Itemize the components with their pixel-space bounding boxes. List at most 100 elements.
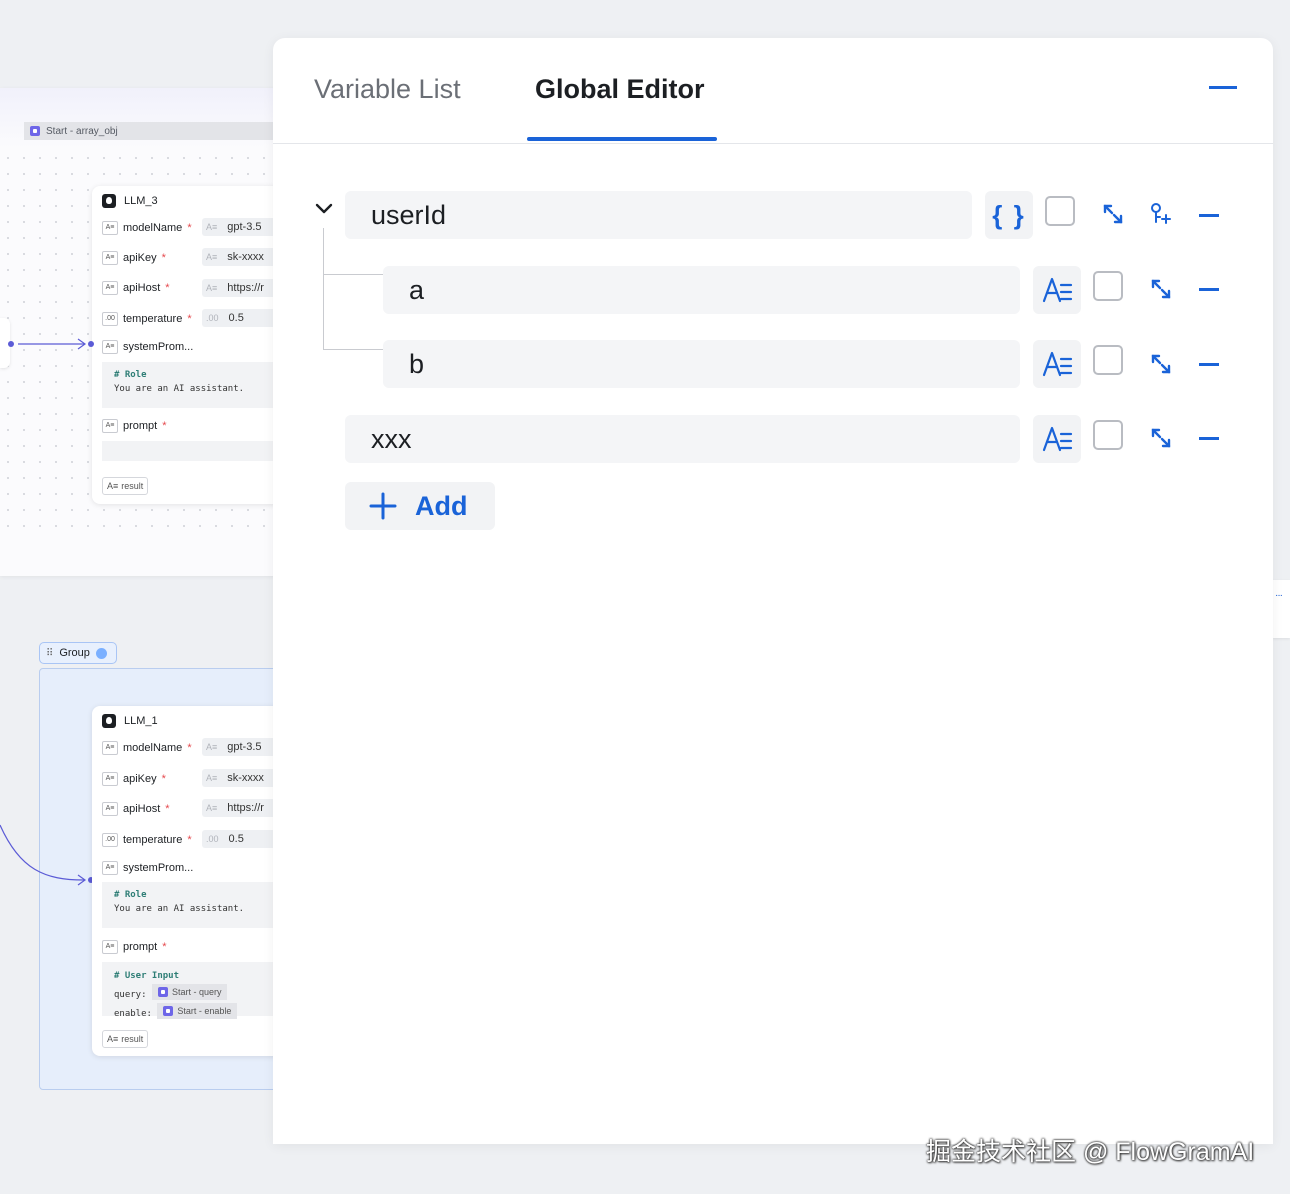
panel-tabs: Variable List Global Editor — [273, 38, 1273, 144]
start-chip-label: Start - array_obj — [46, 125, 118, 137]
type-selector-button[interactable] — [1033, 415, 1081, 463]
required-mark: * — [161, 252, 166, 264]
drag-handle-icon[interactable]: ⠿ — [46, 648, 53, 659]
llm1-system-prompt-editor[interactable]: # Role You are an AI assistant. — [102, 882, 292, 928]
required-mark: * — [165, 282, 170, 294]
required-mark: * — [161, 773, 166, 785]
string-type-icon: A≡ — [102, 340, 118, 354]
add-child-icon[interactable] — [1147, 200, 1175, 228]
variable-chip[interactable]: Start - query — [151, 984, 228, 1000]
required-mark: * — [187, 834, 192, 846]
group-label[interactable]: ⠿ Group — [39, 642, 117, 664]
object-braces-icon: { } — [992, 199, 1026, 230]
string-type-icon: A≡ — [102, 221, 118, 235]
field-label: prompt — [123, 420, 158, 432]
field-value: gpt-3.5 — [227, 741, 262, 753]
number-type-icon: .00 — [206, 834, 219, 844]
type-selector-button[interactable]: { } — [985, 191, 1033, 239]
string-type-icon: A≡ — [102, 281, 118, 295]
field-label: apiHost — [123, 803, 161, 815]
remove-variable-button[interactable] — [1199, 437, 1219, 440]
remove-variable-button[interactable] — [1199, 214, 1219, 217]
group-color-dot[interactable] — [95, 647, 107, 659]
result-label: result — [121, 1034, 144, 1044]
string-type-icon — [1042, 426, 1073, 452]
start-node-icon — [30, 126, 40, 136]
llm3-prompt-editor[interactable] — [102, 441, 292, 461]
llm1-prompt-editor[interactable]: # User Input query: Start - query enable… — [102, 962, 292, 1019]
llm1-row-modelName: A≡ modelName * — [102, 739, 192, 757]
variable-name-input[interactable]: xxx — [345, 415, 1020, 463]
add-variable-button[interactable]: Add — [345, 482, 495, 530]
variable-name-input[interactable]: b — [383, 340, 1020, 388]
code-line: You are an AI assistant. — [114, 904, 245, 914]
llm-node-icon — [102, 194, 116, 208]
string-type-icon — [1042, 351, 1073, 377]
code-var-label: query: — [114, 990, 147, 1000]
required-checkbox[interactable] — [1093, 345, 1123, 375]
connection-edge-top — [8, 338, 87, 350]
variable-panel: Variable List Global Editor userId { } a… — [273, 38, 1273, 1144]
tree-line-vertical — [323, 228, 324, 350]
group-title: Group — [59, 647, 90, 659]
variable-chip[interactable]: Start - enable — [157, 1003, 238, 1019]
tab-variable-list[interactable]: Variable List — [314, 74, 461, 105]
string-type-icon: A≡ — [102, 419, 118, 433]
right-collapsed-tab[interactable]: ··· — [1272, 580, 1290, 638]
chevron-down-icon[interactable] — [315, 203, 333, 215]
field-label: modelName — [123, 222, 183, 234]
type-selector-button[interactable] — [1033, 340, 1081, 388]
number-type-icon: .00 — [102, 312, 118, 326]
required-checkbox[interactable] — [1045, 196, 1075, 226]
field-value: sk-xxxx — [227, 772, 264, 784]
llm1-row-apiHost: A≡ apiHost * — [102, 800, 170, 818]
required-mark: * — [187, 742, 192, 754]
llm3-input-port[interactable] — [88, 341, 94, 347]
string-type-icon: A≡ — [206, 252, 218, 262]
expand-icon[interactable] — [1099, 200, 1127, 228]
more-icon[interactable]: ··· — [1275, 590, 1283, 601]
string-type-icon: A≡ — [206, 283, 218, 293]
code-line: You are an AI assistant. — [114, 384, 245, 394]
add-button-label: Add — [415, 490, 468, 521]
field-value: gpt-3.5 — [227, 221, 262, 233]
string-type-icon: A≡ — [107, 1034, 119, 1044]
string-type-icon: A≡ — [102, 802, 118, 816]
expand-icon[interactable] — [1147, 275, 1175, 303]
number-type-icon: .00 — [102, 833, 118, 847]
field-label: prompt — [123, 941, 158, 953]
llm3-title-text: LLM_3 — [124, 195, 158, 207]
collapse-panel-button[interactable] — [1209, 86, 1237, 89]
llm3-system-prompt-editor[interactable]: # Role You are an AI assistant. — [102, 362, 292, 408]
required-checkbox[interactable] — [1093, 420, 1123, 450]
start-node-icon — [157, 987, 168, 997]
result-label: result — [121, 481, 144, 491]
required-mark: * — [162, 941, 167, 953]
type-selector-button[interactable] — [1033, 266, 1081, 314]
start-output-chip: Start - array_obj — [24, 122, 294, 140]
variable-name-input[interactable]: userId — [345, 191, 972, 239]
llm1-node[interactable]: LLM_1 A≡ modelName * A≡ gpt-3.5 A≡ apiKey… — [92, 706, 292, 1056]
code-heading: # Role — [114, 370, 147, 380]
llm3-row-apiKey: A≡ apiKey * — [102, 249, 166, 267]
llm3-row-prompt: A≡ prompt * — [102, 417, 167, 435]
field-label: temperature — [123, 313, 183, 325]
remove-variable-button[interactable] — [1199, 363, 1219, 366]
llm3-row-temperature: .00 temperature * — [102, 310, 192, 328]
llm3-row-systemPrompt: A≡ systemProm... — [102, 338, 193, 356]
string-type-icon: A≡ — [102, 940, 118, 954]
required-checkbox[interactable] — [1093, 271, 1123, 301]
llm1-row-temperature: .00 temperature * — [102, 831, 192, 849]
field-value: 0.5 — [228, 312, 244, 324]
expand-icon[interactable] — [1147, 424, 1175, 452]
field-label: apiHost — [123, 282, 161, 294]
field-value: sk-xxxx — [227, 251, 264, 263]
expand-icon[interactable] — [1147, 350, 1175, 378]
llm3-node[interactable]: LLM_3 A≡ modelName * A≡ gpt-3.5 A≡ apiKey… — [92, 186, 292, 504]
llm1-title: LLM_1 — [102, 714, 158, 728]
remove-variable-button[interactable] — [1199, 288, 1219, 291]
llm1-result-output: A≡ result — [102, 1030, 149, 1048]
code-var-label: enable: — [114, 1009, 152, 1019]
variable-name-input[interactable]: a — [383, 266, 1020, 314]
tab-global-editor[interactable]: Global Editor — [535, 74, 705, 105]
